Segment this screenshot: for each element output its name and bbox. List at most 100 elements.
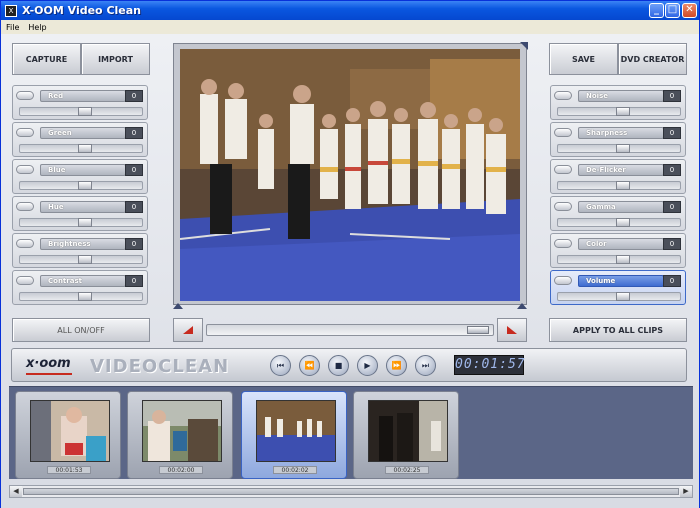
end-marker-icon [517,303,527,309]
seek-thumb[interactable] [467,326,489,334]
brightness-label: Brightness [40,238,126,250]
minimize-button[interactable]: _ [649,3,664,18]
skip-start-icon: ⏮ [276,360,285,370]
xoom-logo: x·oom [26,356,71,371]
mark-in-button[interactable] [173,318,203,342]
blue-slider-thumb[interactable] [78,181,92,190]
fast-forward-button[interactable]: ⏩ [386,355,407,376]
noise-slider-thumb[interactable] [616,107,630,116]
rewind-icon: ⏪ [304,361,315,370]
gamma-slider[interactable] [557,218,681,227]
noise-toggle[interactable] [554,91,572,100]
import-button[interactable]: IMPORT [81,43,150,75]
clip-thumbnail-selected[interactable]: 00:02:02 [241,391,347,479]
contrast-label: Contrast [40,275,126,287]
gamma-toggle[interactable] [554,202,572,211]
color-value: 0 [663,238,681,250]
scroll-thumb[interactable] [23,488,679,495]
noise-label: Noise [578,90,664,102]
red-toggle[interactable] [16,91,34,100]
hue-value: 0 [125,201,143,213]
noise-control: Noise 0 [550,85,686,120]
hue-slider-thumb[interactable] [78,218,92,227]
sharpness-slider[interactable] [557,144,681,153]
de-flicker-toggle[interactable] [554,165,572,174]
skip-end-button[interactable]: ⏭ [415,355,436,376]
de-flicker-slider[interactable] [557,181,681,190]
color-slider-thumb[interactable] [616,255,630,264]
rewind-button[interactable]: ⏪ [299,355,320,376]
green-value: 0 [125,127,143,139]
green-label: Green [40,127,126,139]
gamma-slider-thumb[interactable] [616,218,630,227]
corner-marker-icon [520,42,528,50]
green-slider[interactable] [19,144,143,153]
red-slider[interactable] [19,107,143,116]
de-flicker-slider-thumb[interactable] [616,181,630,190]
scroll-right-icon[interactable]: ▶ [680,486,692,497]
blue-slider[interactable] [19,181,143,190]
clip-thumbnail[interactable]: 00:02:00 [127,391,233,479]
apply-to-all-clips-button[interactable]: APPLY TO ALL CLIPS [549,318,687,342]
skip-start-button[interactable]: ⏮ [270,355,291,376]
sharpness-toggle[interactable] [554,128,572,137]
brightness-control: Brightness 0 [12,233,148,268]
main-panel: CAPTURE IMPORT Red 0 Green 0 Blue 0 Hue … [1,34,699,508]
clip-duration: 00:02:00 [159,466,203,474]
red-slider-thumb[interactable] [78,107,92,116]
capture-button[interactable]: CAPTURE [12,43,81,75]
mark-out-button[interactable] [497,318,527,342]
hue-toggle[interactable] [16,202,34,211]
clip-preview-image [369,401,447,461]
stop-icon: ■ [334,361,343,370]
green-toggle[interactable] [16,128,34,137]
noise-slider[interactable] [557,107,681,116]
blue-control: Blue 0 [12,159,148,194]
de-flicker-label: De-Flicker [578,164,664,176]
green-control: Green 0 [12,122,148,157]
menu-help[interactable]: Help [28,23,46,32]
brightness-value: 0 [125,238,143,250]
clip-thumbnail[interactable]: 00:01:53 [15,391,121,479]
contrast-control: Contrast 0 [12,270,148,305]
volume-toggle[interactable] [554,276,572,285]
scroll-left-icon[interactable]: ◀ [10,486,22,497]
volume-slider-thumb[interactable] [616,292,630,301]
sharpness-slider-thumb[interactable] [616,144,630,153]
seek-track[interactable] [206,324,494,336]
color-label: Color [578,238,664,250]
contrast-toggle[interactable] [16,276,34,285]
clip-thumbnail[interactable]: 00:02:25 [353,391,459,479]
clip-image [256,400,336,462]
all-on-off-button[interactable]: ALL ON/OFF [12,318,150,342]
brightness-slider[interactable] [19,255,143,264]
blue-value: 0 [125,164,143,176]
play-button[interactable]: ▶ [357,355,378,376]
green-slider-thumb[interactable] [78,144,92,153]
color-slider[interactable] [557,255,681,264]
sharpness-value: 0 [663,127,681,139]
menu-file[interactable]: File [6,23,19,32]
skip-end-icon: ⏭ [421,360,430,370]
volume-slider[interactable] [557,292,681,301]
brightness-toggle[interactable] [16,239,34,248]
brightness-slider-thumb[interactable] [78,255,92,264]
hue-slider[interactable] [19,218,143,227]
contrast-slider[interactable] [19,292,143,301]
video-preview[interactable] [180,49,520,301]
blue-toggle[interactable] [16,165,34,174]
color-toggle[interactable] [554,239,572,248]
color-control: Color 0 [550,233,686,268]
red-value: 0 [125,90,143,102]
contrast-slider-thumb[interactable] [78,292,92,301]
noise-value: 0 [663,90,681,102]
maximize-button[interactable]: □ [665,3,680,18]
clip-scrollbar[interactable]: ◀ ▶ [9,485,693,498]
clip-preview-image [31,401,109,461]
stop-button[interactable]: ■ [328,355,349,376]
clip-image [368,400,448,462]
close-button[interactable]: ✕ [682,3,697,18]
gamma-value: 0 [663,201,681,213]
dvd-creator-button[interactable]: DVD CREATOR [618,43,687,75]
save-button[interactable]: SAVE [549,43,618,75]
